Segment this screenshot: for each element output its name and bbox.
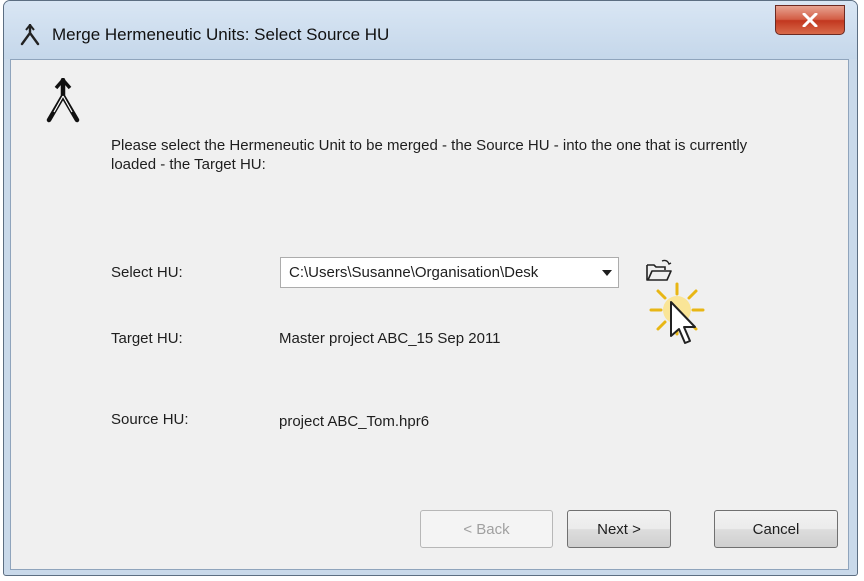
back-button[interactable]: < Back [420,510,553,548]
cancel-button[interactable]: Cancel [714,510,838,548]
merge-icon [46,78,80,123]
select-hu-label: Select HU: [111,264,183,281]
mouse-pointer-icon [670,301,696,344]
close-button[interactable] [775,5,845,35]
window-title: Merge Hermeneutic Units: Select Source H… [52,25,390,44]
select-hu-value: C:\Users\Susanne\Organisation\Desk [289,264,539,281]
select-hu-combobox[interactable]: C:\Users\Susanne\Organisation\Desk [280,257,619,288]
source-hu-label: Source HU: [111,411,189,428]
merge-dialog-window: Merge Hermeneutic Units: Select Source H… [3,0,858,576]
target-hu-label: Target HU: [111,330,183,347]
close-icon [802,13,818,27]
dialog-body: Please select the Hermeneutic Unit to be… [10,59,849,570]
chevron-down-icon [602,270,612,276]
target-hu-value: Master project ABC_15 Sep 2011 [279,330,501,347]
intro-text: Please select the Hermeneutic Unit to be… [111,137,748,173]
source-hu-value: project ABC_Tom.hpr6 [279,413,430,430]
merge-icon [20,24,40,46]
title-bar[interactable]: Merge Hermeneutic Units: Select Source H… [4,1,857,59]
next-button[interactable]: Next > [567,510,671,548]
